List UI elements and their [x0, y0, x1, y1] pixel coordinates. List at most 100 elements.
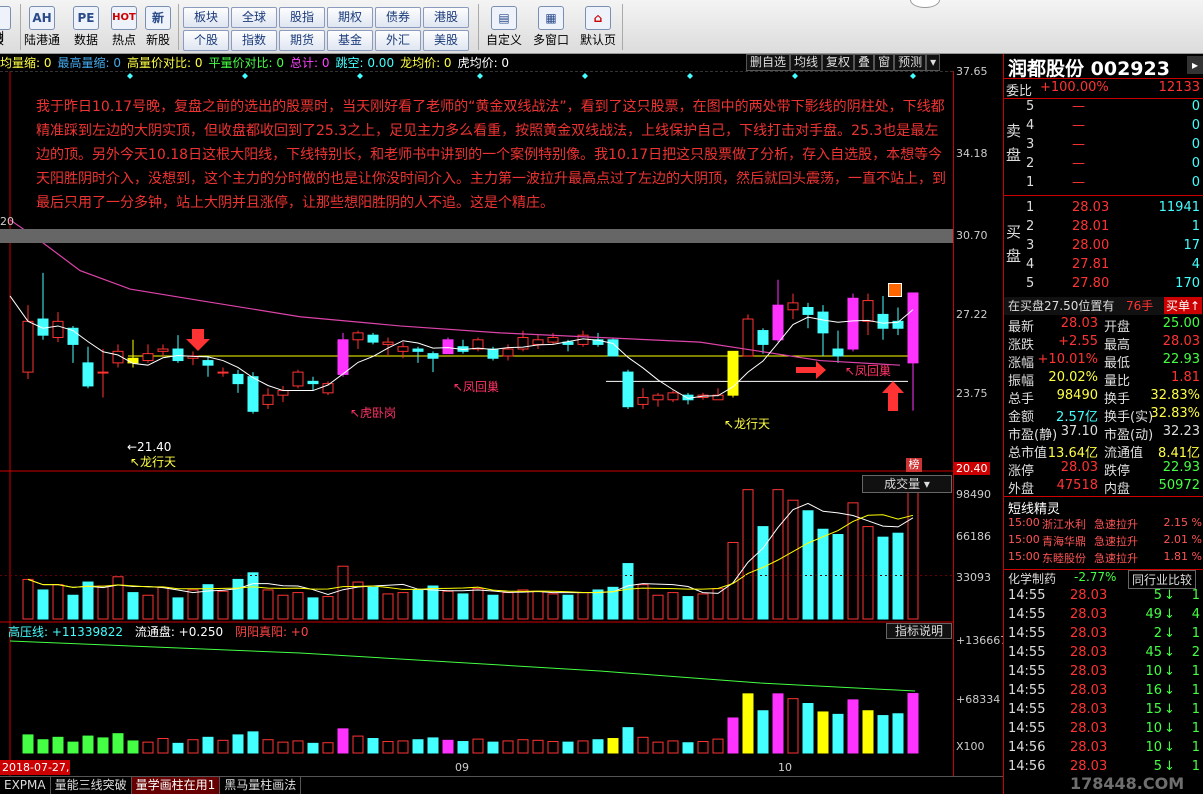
weibi-row: 委比 +100.00% 12133	[1006, 80, 1200, 99]
volume-bar	[532, 590, 544, 620]
buy-price: 28.01	[1072, 219, 1110, 234]
single-stock-button[interactable]: 个股	[183, 30, 229, 51]
indicator-bar	[262, 739, 274, 754]
stat-value: 50972	[1158, 478, 1200, 493]
sell-label-char: 盘	[1006, 146, 1022, 164]
toolbar-data-button[interactable]: PE 数据	[66, 4, 106, 50]
tick-count: 2	[1191, 645, 1200, 660]
stat-value: 1.81	[1171, 370, 1200, 385]
multi-window-button[interactable]: ▦ 多窗口	[529, 4, 573, 50]
buy-volume: 1	[1191, 219, 1200, 234]
indicator-bar	[397, 740, 409, 754]
volume-bar	[322, 596, 334, 620]
toolbar-example-button[interactable]: 例	[0, 28, 18, 48]
global-button[interactable]: 全球	[231, 7, 277, 28]
remove-watchlist-button[interactable]: 删自选	[746, 54, 791, 71]
stat-value: 32.83%	[1150, 406, 1200, 421]
indicator-tick: +68334	[956, 693, 1001, 706]
buy-order-button[interactable]: 买单↑	[1163, 297, 1202, 314]
forex-button[interactable]: 外汇	[375, 30, 421, 51]
stock-index-button[interactable]: 股指	[279, 7, 325, 28]
switch-stock-icon[interactable]: ▸	[1187, 56, 1203, 74]
elf-name: 东睦股份	[1042, 552, 1086, 565]
toolbar-ipo-button[interactable]: 新新股	[138, 4, 178, 50]
options-button[interactable]: 期权	[327, 7, 373, 28]
indicator-bar	[742, 693, 754, 754]
tick-price: 28.03	[1070, 702, 1108, 717]
info-item-7: 虎均价: 0	[457, 56, 510, 70]
index-button[interactable]: 指数	[231, 30, 277, 51]
funds-button[interactable]: 基金	[327, 30, 373, 51]
toolbar-hk-connect-button[interactable]: AH 陆港通	[22, 4, 62, 50]
tick-row: 14:55 28.03 10 ↓ 1	[1004, 721, 1203, 740]
dropdown-button[interactable]: ▾	[926, 54, 941, 71]
indicator-help-button[interactable]: 指标说明	[886, 623, 952, 639]
buy-price: 28.03	[1072, 200, 1110, 215]
candle	[262, 394, 274, 405]
futures-button[interactable]: 期货	[279, 30, 325, 51]
tab-volume-three-lines[interactable]: 量能三线突破	[51, 777, 132, 794]
tab-dark-horse[interactable]: 黑马量柱画法	[220, 777, 302, 794]
indicator-bar	[772, 693, 784, 754]
indicator-bar	[847, 699, 859, 754]
indicator-header-3: 阴阳真阳: +0	[234, 625, 309, 639]
tick-volume: 10	[1145, 664, 1162, 679]
elf-item[interactable]: 15:00 青海华鼎 急速拉升 2.01 %	[1004, 533, 1203, 550]
volume-bar	[412, 589, 424, 620]
elf-item[interactable]: 15:00 浙江水利 急速拉升 2.15 %	[1004, 516, 1203, 533]
candle	[337, 339, 349, 375]
overlay-button[interactable]: 叠	[854, 54, 875, 71]
adjust-button[interactable]: 复权	[822, 54, 855, 71]
tick-count: 1	[1191, 702, 1200, 717]
volume-bar	[127, 592, 139, 620]
industry-compare-button[interactable]: 同行业比较	[1128, 570, 1197, 589]
sector-button[interactable]: 板块	[183, 7, 229, 28]
window-button[interactable]: 窗	[874, 54, 895, 71]
tab-expma[interactable]: EXPMA	[0, 777, 51, 794]
volume-bar	[22, 578, 34, 620]
tick-count: 1	[1191, 683, 1200, 698]
note-icon[interactable]	[888, 283, 902, 297]
indicator-bar	[67, 741, 79, 754]
sell-row: 4 — 0	[1024, 118, 1203, 137]
buy-row: 5 27.80 170	[1024, 276, 1203, 295]
indicator-header-1: 高压线: +11339822	[8, 625, 123, 639]
candle	[247, 376, 259, 412]
stat-label: 涨幅	[1008, 356, 1035, 371]
indicator-bar	[577, 740, 589, 754]
sell-row: 1 — 0	[1024, 175, 1203, 194]
buy-level: 3	[1026, 238, 1035, 253]
volume-bar	[862, 526, 874, 620]
elf-item[interactable]: 15:00 东睦股份 急速拉升 1.81 %	[1004, 550, 1203, 567]
indicator-bar	[112, 733, 124, 754]
indicator-bar	[337, 728, 349, 754]
customize-button[interactable]: ▤ 自定义	[482, 4, 526, 50]
indicator-bar	[217, 739, 229, 754]
indicator-bar	[187, 739, 199, 754]
elf-msg: 急速拉升	[1094, 535, 1138, 548]
window-control[interactable]	[910, 0, 940, 8]
buy-row: 3 28.00 17	[1024, 238, 1203, 257]
volume-bar	[397, 592, 409, 620]
buy-row: 4 27.81 4	[1024, 257, 1203, 276]
chart-area[interactable]: 我于昨日10.17号晚，复盘之前的选出的股票时，当天刚好看了老师的“黄金双线战法…	[0, 71, 953, 789]
stat-row: 外盘 47518 内盘 50972	[1004, 478, 1203, 497]
indicator-tick: +136667	[956, 634, 1008, 647]
volume-selector[interactable]: 成交量 ▾	[862, 475, 952, 493]
industry-row: 化学制药 -2.77% 同行业比较	[1004, 570, 1203, 589]
phoenix-label-1: ↖凤回巢	[453, 380, 500, 394]
volume-bar	[142, 594, 154, 620]
default-page-button[interactable]: ⌂ 默认页	[576, 4, 620, 50]
hk-stocks-button[interactable]: 港股	[423, 7, 469, 28]
stat-label: 换手	[1104, 392, 1131, 407]
tick-direction: ↓	[1164, 721, 1175, 736]
bonds-button[interactable]: 债券	[375, 7, 421, 28]
volume-bar	[172, 597, 184, 620]
chart-buttons: 删自选 均线 复权 叠 窗 预测 ▾	[746, 54, 941, 71]
forecast-button[interactable]: 预测	[894, 54, 927, 71]
ma-button[interactable]: 均线	[790, 54, 823, 71]
volume-bar	[817, 528, 829, 620]
volume-bar	[697, 593, 709, 620]
tab-volume-bars[interactable]: 量学画柱在用1	[131, 777, 221, 794]
us-stocks-button[interactable]: 美股	[423, 30, 469, 51]
